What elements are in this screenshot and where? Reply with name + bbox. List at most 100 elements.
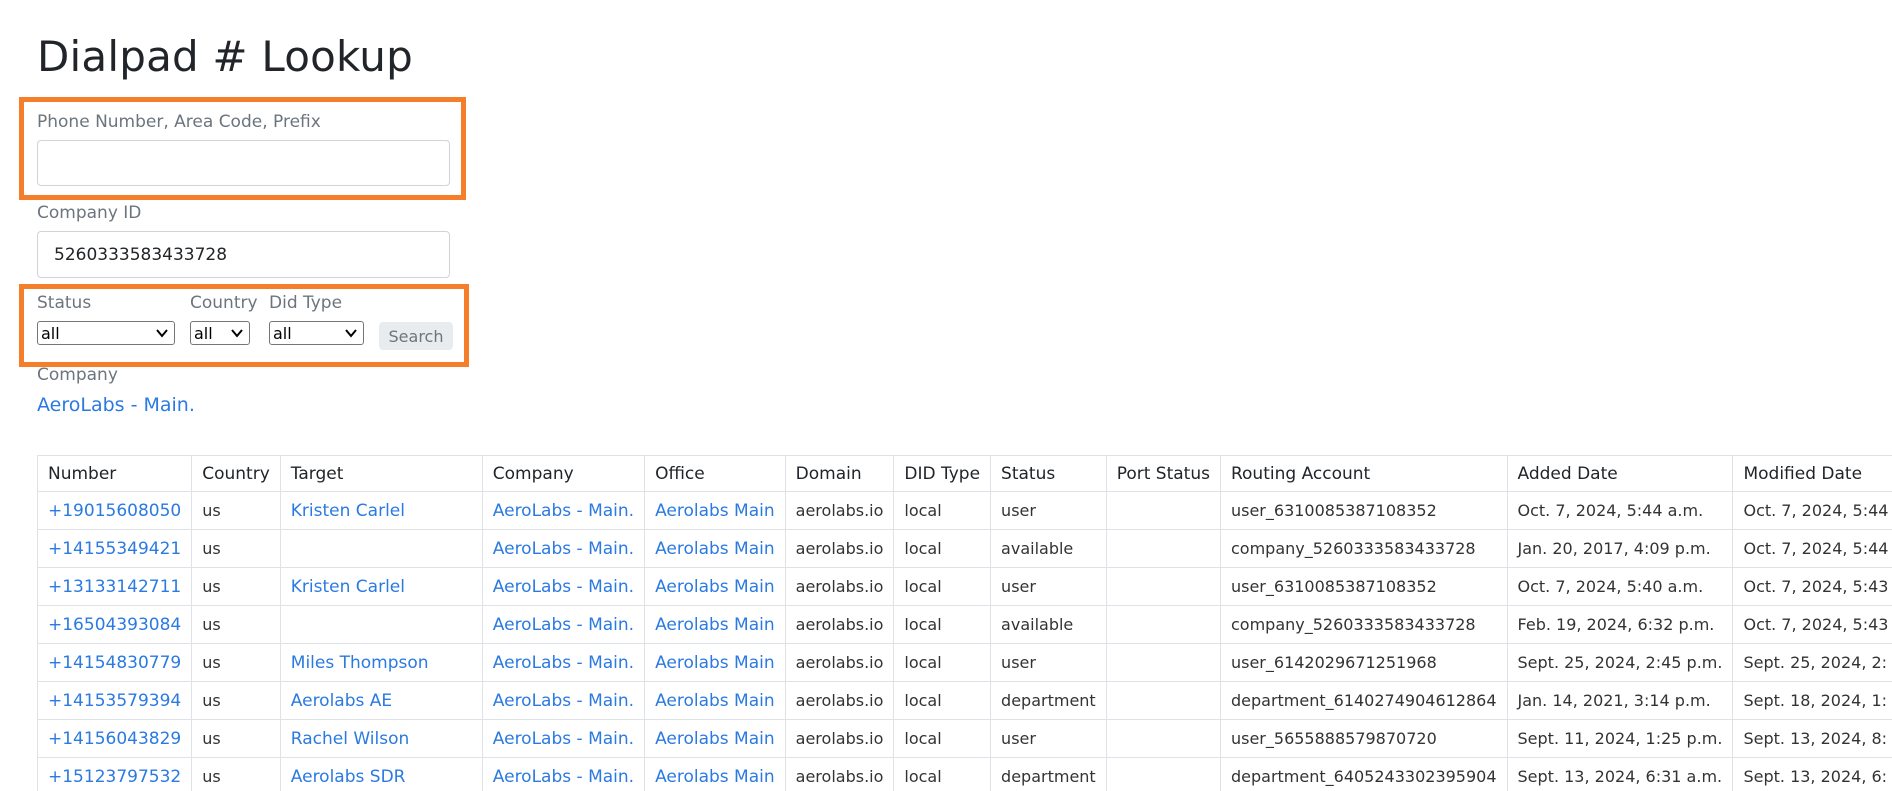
column-header: Routing Account — [1219, 455, 1508, 492]
cell-added: Feb. 19, 2024, 6:32 p.m. — [1506, 605, 1734, 644]
company-link[interactable]: AeroLabs - Main. — [493, 691, 634, 711]
number-link[interactable]: +14155349421 — [48, 539, 181, 559]
office-link[interactable]: Aerolabs Main — [655, 653, 775, 673]
chevron-down-icon — [156, 329, 168, 338]
target-link[interactable]: Aerolabs AE — [291, 691, 392, 711]
office-link[interactable]: Aerolabs Main — [655, 729, 775, 749]
cell-office: Aerolabs Main — [644, 491, 786, 530]
cell-routing: department_6405243302395904 — [1219, 757, 1508, 791]
table-row: +19015608050 us Kristen Carlel AeroLabs - M… — [36, 491, 1892, 530]
cell-modified: Oct. 7, 2024, 5:44 — [1732, 491, 1892, 530]
status-select-value: all — [41, 323, 60, 343]
cell-added: Sept. 25, 2024, 2:45 p.m. — [1506, 643, 1734, 682]
number-link[interactable]: +19015608050 — [48, 501, 181, 521]
cell-company: AeroLabs - Main. — [481, 719, 646, 758]
cell-added: Jan. 20, 2017, 4:09 p.m. — [1506, 529, 1734, 568]
cell-target: Kristen Carlel — [279, 567, 483, 606]
cell-target: Rachel Wilson — [279, 719, 483, 758]
company-id-label: Company ID — [37, 203, 142, 223]
cell-domain: aerolabs.io — [784, 757, 895, 791]
company-link[interactable]: AeroLabs - Main. — [37, 394, 195, 416]
cell-office: Aerolabs Main — [644, 529, 786, 568]
target-link[interactable]: Kristen Carlel — [291, 577, 405, 597]
cell-status: available — [990, 529, 1107, 568]
office-link[interactable]: Aerolabs Main — [655, 767, 775, 787]
column-header: Country — [191, 455, 281, 492]
company-link[interactable]: AeroLabs - Main. — [493, 653, 634, 673]
office-link[interactable]: Aerolabs Main — [655, 577, 775, 597]
company-link[interactable]: AeroLabs - Main. — [493, 729, 634, 749]
did-type-select[interactable]: all — [269, 321, 364, 345]
status-label: Status — [37, 293, 92, 313]
number-link[interactable]: +14156043829 — [48, 729, 181, 749]
office-link[interactable]: Aerolabs Main — [655, 615, 775, 635]
cell-routing: department_6140274904612864 — [1219, 681, 1508, 720]
company-link[interactable]: AeroLabs - Main. — [493, 501, 634, 521]
column-header: Added Date — [1506, 455, 1734, 492]
cell-port-status — [1105, 529, 1221, 568]
company-link[interactable]: AeroLabs - Main. — [493, 767, 634, 787]
phone-field-label: Phone Number, Area Code, Prefix — [37, 112, 321, 132]
cell-port-status — [1105, 681, 1221, 720]
country-select[interactable]: all — [190, 321, 250, 345]
number-link[interactable]: +14154830779 — [48, 653, 181, 673]
cell-target: Aerolabs SDR — [279, 757, 483, 791]
company-id-input[interactable]: 5260333583433728 — [37, 231, 450, 278]
table-row: +13133142711 us Kristen Carlel AeroLabs - M… — [36, 567, 1892, 606]
number-link[interactable]: +13133142711 — [48, 577, 181, 597]
target-link[interactable]: Aerolabs SDR — [291, 767, 406, 787]
cell-company: AeroLabs - Main. — [481, 643, 646, 682]
cell-status: department — [990, 681, 1107, 720]
cell-routing: company_5260333583433728 — [1219, 605, 1508, 644]
office-link[interactable]: Aerolabs Main — [655, 539, 775, 559]
cell-domain: aerolabs.io — [784, 605, 895, 644]
target-link[interactable]: Miles Thompson — [291, 653, 429, 673]
cell-added: Sept. 11, 2024, 1:25 p.m. — [1506, 719, 1734, 758]
cell-did-type: local — [893, 605, 992, 644]
cell-target: Miles Thompson — [279, 643, 483, 682]
office-link[interactable]: Aerolabs Main — [655, 501, 775, 521]
target-link[interactable]: Rachel Wilson — [291, 729, 409, 749]
cell-domain: aerolabs.io — [784, 681, 895, 720]
column-header: Office — [644, 455, 786, 492]
cell-office: Aerolabs Main — [644, 605, 786, 644]
cell-did-type: local — [893, 529, 992, 568]
column-header: Target — [279, 455, 483, 492]
page: Dialpad # Lookup Phone Number, Area Code… — [0, 0, 1892, 791]
cell-number: +15123797532 — [36, 757, 193, 791]
cell-added: Oct. 7, 2024, 5:40 a.m. — [1506, 567, 1734, 606]
cell-port-status — [1105, 719, 1221, 758]
phone-number-input[interactable] — [37, 140, 450, 186]
number-link[interactable]: +14153579394 — [48, 691, 181, 711]
company-link[interactable]: AeroLabs - Main. — [493, 615, 634, 635]
cell-did-type: local — [893, 567, 992, 606]
cell-routing: company_5260333583433728 — [1219, 529, 1508, 568]
column-header: Number — [36, 455, 193, 492]
number-link[interactable]: +15123797532 — [48, 767, 181, 787]
did-type-select-value: all — [273, 323, 292, 343]
cell-status: department — [990, 757, 1107, 791]
cell-country: us — [191, 567, 281, 606]
cell-routing: user_6142029671251968 — [1219, 643, 1508, 682]
numbers-table: Number Country Target Company Office Domain DI… — [36, 455, 1892, 791]
cell-added: Oct. 7, 2024, 5:44 a.m. — [1506, 491, 1734, 530]
cell-domain: aerolabs.io — [784, 719, 895, 758]
number-link[interactable]: +16504393084 — [48, 615, 181, 635]
company-link[interactable]: AeroLabs - Main. — [493, 539, 634, 559]
cell-modified: Sept. 18, 2024, 1: — [1732, 681, 1892, 720]
status-select[interactable]: all — [37, 321, 175, 345]
cell-port-status — [1105, 491, 1221, 530]
cell-domain: aerolabs.io — [784, 643, 895, 682]
table-row: +16504393084 us AeroLabs - Main. Aerolabs M… — [36, 605, 1892, 644]
cell-modified: Oct. 7, 2024, 5:43 — [1732, 605, 1892, 644]
cell-port-status — [1105, 757, 1221, 791]
table-row: +15123797532 us Aerolabs SDR AeroLabs - Mai… — [36, 757, 1892, 791]
cell-status: user — [990, 719, 1107, 758]
column-header: Domain — [784, 455, 895, 492]
cell-company: AeroLabs - Main. — [481, 681, 646, 720]
company-link[interactable]: AeroLabs - Main. — [493, 577, 634, 597]
office-link[interactable]: Aerolabs Main — [655, 691, 775, 711]
target-link[interactable]: Kristen Carlel — [291, 501, 405, 521]
column-header: DID Type — [893, 455, 992, 492]
search-button[interactable]: Search — [379, 322, 453, 350]
